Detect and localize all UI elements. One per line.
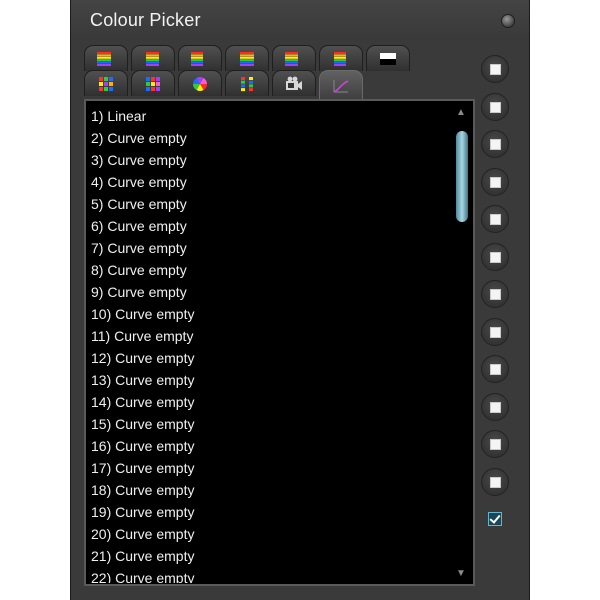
side-checkbox-11[interactable] [481, 430, 509, 458]
list-item[interactable]: 10) Curve empty [91, 303, 446, 325]
colour-swatches-icon [238, 76, 256, 92]
tab-camera-5[interactable] [272, 70, 316, 96]
checkbox-icon [490, 289, 501, 300]
tab-colour-bands-3[interactable] [178, 45, 222, 71]
side-checkbox-2[interactable] [481, 92, 509, 121]
colour-grid-icon [97, 76, 115, 92]
curve-list-panel: 1) Linear 2) Curve empty 3) Curve empty 4) … [84, 99, 475, 586]
tab-curve-6[interactable] [319, 70, 363, 100]
window-title: Colour Picker [90, 10, 201, 30]
checkbox-icon [490, 401, 501, 413]
list-item[interactable]: 19) Curve empty [91, 501, 446, 523]
side-checkbox-13[interactable] [481, 505, 509, 533]
list-item[interactable]: 8) Curve empty [91, 259, 446, 281]
tab-colour-swatches-4[interactable] [225, 70, 269, 96]
list-item[interactable]: 17) Curve empty [91, 457, 446, 479]
colour-wheel-icon [191, 76, 209, 92]
camera-icon [285, 76, 303, 92]
side-checkbox-7[interactable] [481, 280, 509, 308]
colour-bands-icon [238, 51, 256, 67]
colour-grid-icon [144, 76, 162, 92]
list-item[interactable]: 4) Curve empty [91, 171, 446, 193]
list-item[interactable]: 21) Curve empty [91, 545, 446, 567]
scroll-up-icon[interactable]: ▲ [452, 105, 470, 121]
checkbox-icon [490, 476, 501, 488]
colour-bands-icon [144, 51, 162, 67]
tab-colour-grid-2[interactable] [131, 70, 175, 96]
list-item[interactable]: 20) Curve empty [91, 523, 446, 545]
list-item[interactable]: 12) Curve empty [91, 347, 446, 369]
title-bar[interactable]: Colour Picker [71, 0, 529, 40]
colour-bands-icon [332, 51, 350, 67]
list-item[interactable]: 5) Curve empty [91, 193, 446, 215]
list-item[interactable]: 1) Linear [91, 105, 446, 127]
checkbox-icon [490, 364, 501, 375]
checkbox-icon [490, 439, 501, 450]
colour-bands-icon [285, 51, 303, 67]
scroll-thumb[interactable] [456, 131, 468, 222]
checkbox-icon [490, 326, 501, 338]
side-checkbox-12[interactable] [481, 467, 509, 496]
list-item[interactable]: 16) Curve empty [91, 435, 446, 457]
tab-colour-bands-5[interactable] [272, 45, 316, 71]
list-item[interactable]: 11) Curve empty [91, 325, 446, 347]
list-item[interactable]: 2) Curve empty [91, 127, 446, 149]
checkbox-icon [490, 139, 501, 150]
tab-colour-wheel-3[interactable] [178, 70, 222, 96]
list-item[interactable]: 18) Curve empty [91, 479, 446, 501]
tab-colour-grid-1[interactable] [84, 70, 128, 96]
curve-list[interactable]: 1) Linear 2) Curve empty 3) Curve empty 4) … [91, 105, 446, 583]
tab-row-1 [84, 45, 413, 71]
side-checkbox-6[interactable] [481, 242, 509, 271]
side-checkbox-1[interactable] [481, 55, 509, 83]
list-item[interactable]: 9) Curve empty [91, 281, 446, 303]
tab-colour-bands-1[interactable] [84, 45, 128, 71]
checked-box-icon [488, 512, 502, 526]
list-item[interactable]: 3) Curve empty [91, 149, 446, 171]
list-scrollbar[interactable]: ▲ ▼ [452, 105, 470, 582]
checkbox-icon [490, 214, 501, 225]
list-item[interactable]: 7) Curve empty [91, 237, 446, 259]
colour-picker-window: Colour Picker 1) Linear 2) Curve empty 3) … [70, 0, 530, 600]
side-checkbox-3[interactable] [481, 130, 509, 158]
checkbox-icon [490, 101, 501, 113]
side-checkbox-5[interactable] [481, 205, 509, 233]
tab-colour-bands-6[interactable] [319, 45, 363, 71]
tab-black-white-7[interactable] [366, 45, 410, 71]
tab-colour-bands-4[interactable] [225, 45, 269, 71]
list-item[interactable]: 13) Curve empty [91, 369, 446, 391]
checkbox-icon [490, 176, 501, 188]
list-item[interactable]: 22) Curve empty [91, 567, 446, 583]
side-checkbox-9[interactable] [481, 355, 509, 383]
side-checkbox-4[interactable] [481, 167, 509, 196]
window-close-icon[interactable] [501, 14, 515, 28]
scroll-down-icon[interactable]: ▼ [452, 566, 470, 582]
list-item[interactable]: 14) Curve empty [91, 391, 446, 413]
side-checkbox-8[interactable] [481, 317, 509, 346]
curve-icon [332, 78, 350, 94]
list-item[interactable]: 15) Curve empty [91, 413, 446, 435]
checkbox-icon [490, 64, 501, 75]
checkbox-icon [490, 251, 501, 263]
tab-row-2 [84, 70, 366, 100]
black-white-icon [379, 51, 397, 67]
list-item[interactable]: 6) Curve empty [91, 215, 446, 237]
colour-bands-icon [97, 51, 115, 67]
colour-bands-icon [191, 51, 209, 67]
side-checkbox-10[interactable] [481, 392, 509, 421]
tab-colour-bands-2[interactable] [131, 45, 175, 71]
